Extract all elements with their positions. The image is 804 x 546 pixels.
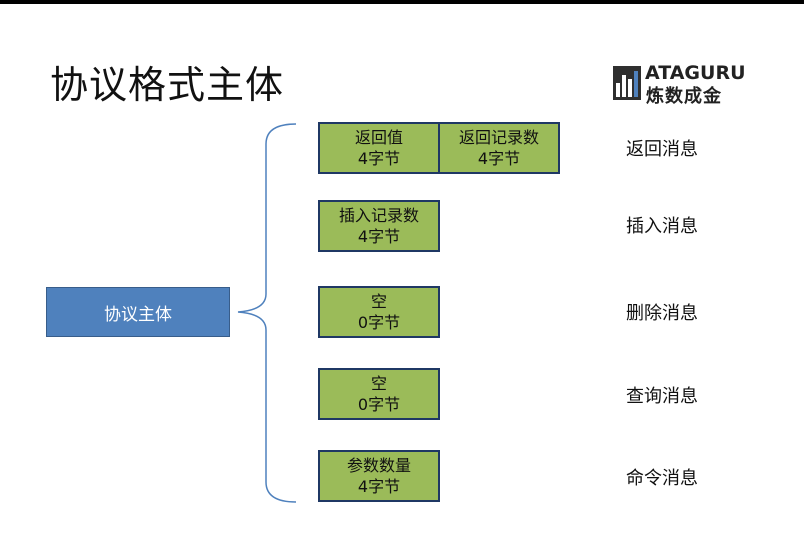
slide: 协议格式主体 ATAGURU 炼数成金 协议主体 返回值 4字节 返回记录数 4… [0, 4, 804, 546]
message-label-insert: 插入消息 [626, 216, 698, 237]
field-name: 参数数量 [346, 456, 411, 475]
field-box-return-record-count: 返回记录数 4字节 [438, 122, 560, 174]
message-label-return: 返回消息 [626, 139, 698, 160]
message-label-query: 查询消息 [626, 386, 698, 407]
field-box-return-value: 返回值 4字节 [318, 122, 440, 174]
field-size: 0字节 [357, 313, 401, 332]
field-size: 4字节 [357, 149, 401, 168]
field-size: 4字节 [357, 477, 401, 496]
field-name: 插入记录数 [338, 206, 419, 225]
message-label-delete: 删除消息 [626, 303, 698, 324]
field-name: 空 [370, 292, 387, 311]
field-name: 空 [370, 374, 387, 393]
field-size: 0字节 [357, 395, 401, 414]
field-box-param-count: 参数数量 4字节 [318, 450, 440, 502]
field-name: 返回值 [354, 128, 403, 147]
field-box-query-empty: 空 0字节 [318, 368, 440, 420]
field-box-delete-empty: 空 0字节 [318, 286, 440, 338]
message-label-command: 命令消息 [626, 468, 698, 489]
field-name: 返回记录数 [458, 128, 539, 147]
field-size: 4字节 [357, 227, 401, 246]
field-box-insert-record-count: 插入记录数 4字节 [318, 200, 440, 252]
field-size: 4字节 [477, 149, 521, 168]
